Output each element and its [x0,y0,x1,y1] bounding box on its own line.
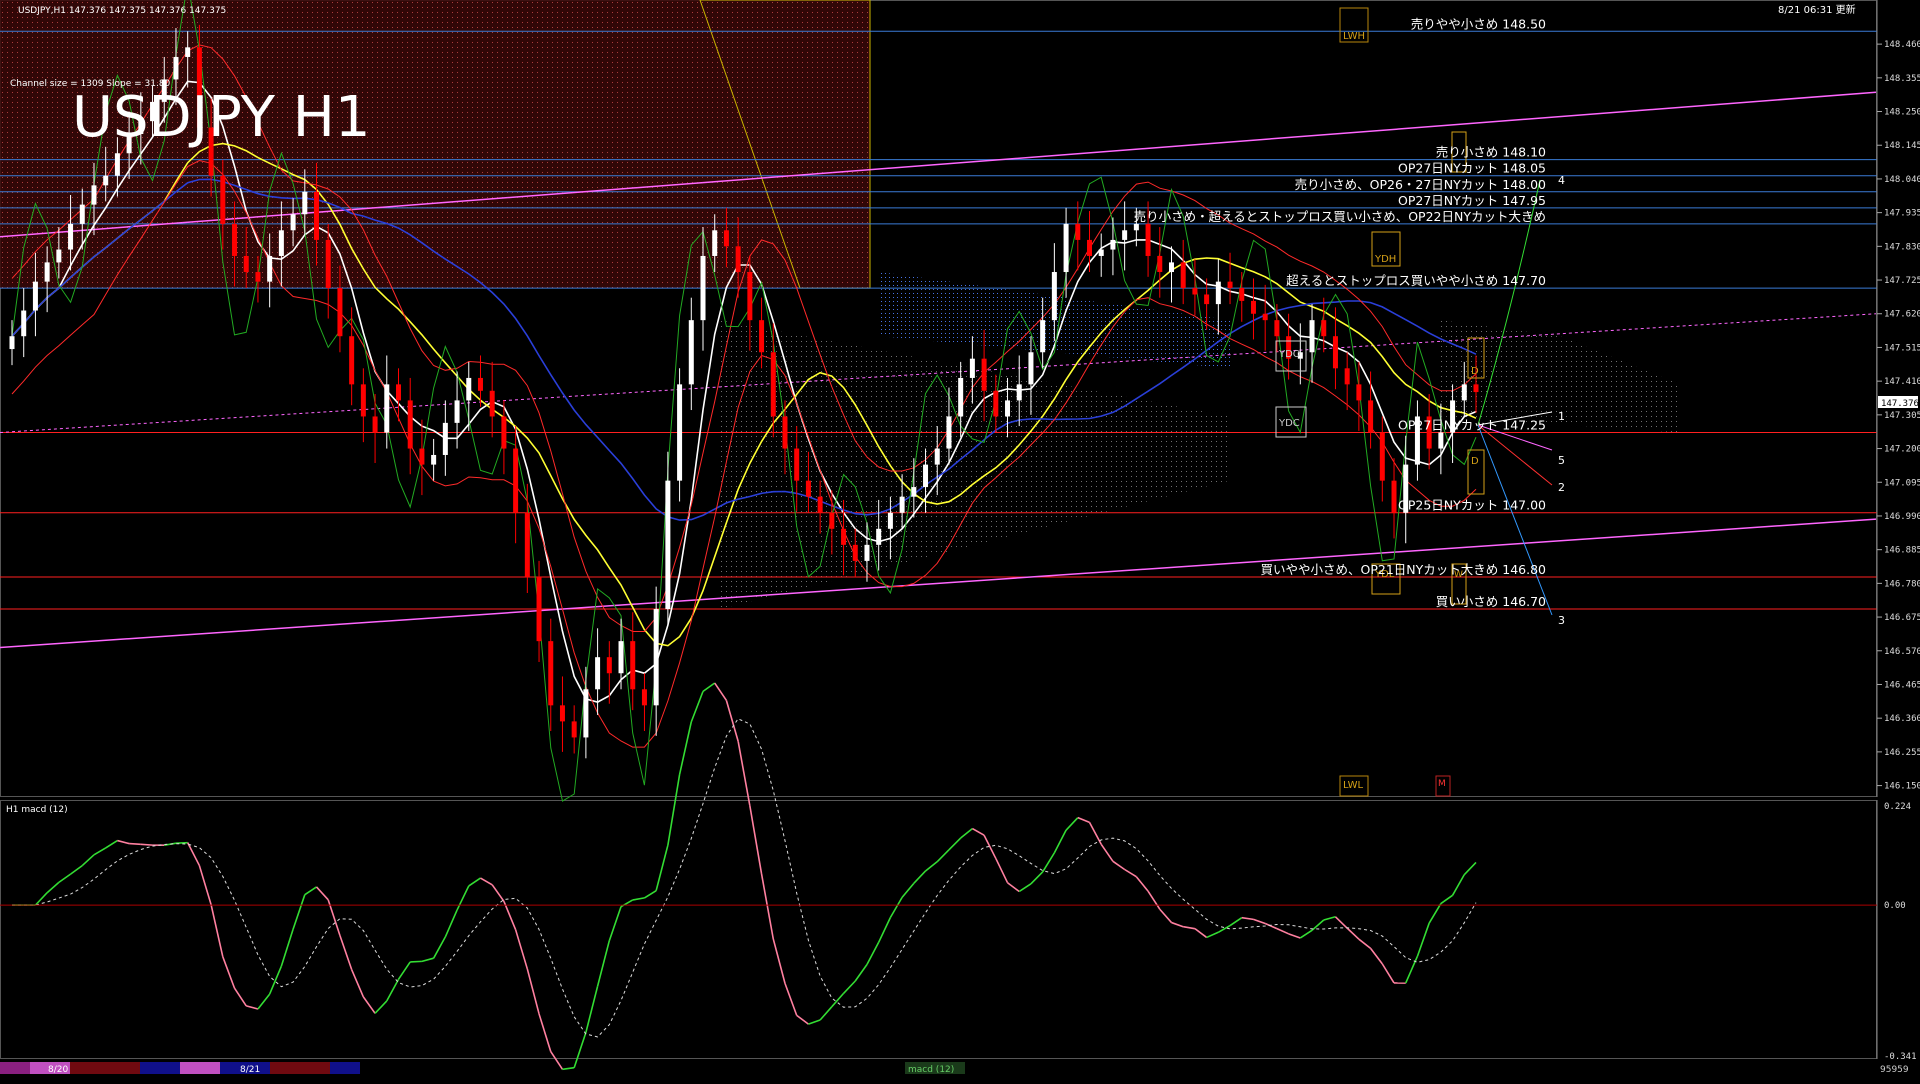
ydo-label: YDO [1278,349,1301,360]
date-8-21: 8/21 [240,1065,260,1075]
price-tick-12: 147.200 [1884,445,1920,455]
price-tick-1: 148.355 [1884,74,1920,84]
price-tick-20: 146.360 [1884,714,1920,724]
bottom-macd-label: macd (12) [908,1065,954,1075]
price-tick-3: 148.145 [1884,141,1920,151]
price-tick-10: 147.410 [1884,377,1920,387]
usdjpy-chart: LWH LWL YDH YDL YDO YDC M W D D [0,0,1920,1080]
bottom-right-label: 95959 [1880,1065,1909,1075]
level-label-4: OP27日NYカット 147.95 [1398,193,1546,208]
level-label-9: 買いやや小さめ、OP21日NYカット大きめ 146.80 [1261,562,1547,577]
macd-tick-1: 0.00 [1884,901,1906,911]
lwl-label: LWL [1343,780,1364,791]
level-label-0: 売りやや小さめ 148.50 [1411,16,1546,31]
price-tick-13: 147.095 [1884,478,1920,488]
price-tick-14: 146.990 [1884,512,1920,522]
wave-1-label: 1 [1558,410,1565,423]
level-label-2: OP27日NYカット 148.05 [1398,161,1546,176]
timestamp: 8/21 06:31 更新 [1778,3,1856,16]
price-tick-7: 147.725 [1884,276,1920,286]
ydh-label: YDH [1374,254,1396,265]
level-label-6: 超えるとストップロス買いやや小さめ 147.70 [1286,273,1546,288]
macd-seg [129,844,141,845]
price-tick-19: 146.465 [1884,680,1920,690]
price-tick-16: 146.780 [1884,579,1920,589]
chart-root: LWH LWL YDH YDL YDO YDC M W D D [0,0,1920,1080]
macd-seg [410,961,422,962]
wave-5-label: 5 [1558,454,1565,467]
macd-seg [176,843,188,844]
macd-tick-0: 0.224 [1884,802,1911,812]
price-tick-11: 147.305 [1884,411,1920,421]
level-label-8: OP25日NYカット 147.00 [1398,498,1546,513]
macd-title: H1 macd (12) [6,805,68,815]
price-tick-4: 148.040 [1884,175,1920,185]
wave-3-label: 3 [1558,614,1565,627]
wave-2-label: 2 [1558,481,1565,494]
price-tick-5: 147.935 [1884,209,1920,219]
m-box-label: M [1438,779,1446,789]
ydc-label: YDC [1278,418,1300,429]
macd-tick-2: -0.341 [1884,1052,1917,1062]
current-price: 147.376 [1881,399,1919,409]
price-tick-0: 148.460 [1884,40,1920,50]
level-label-10: 買い小さめ 146.70 [1436,594,1546,609]
level-label-7: OP27日NYカット 147.25 [1398,418,1546,433]
big-title: USDJPY H1 [72,85,370,150]
d-box-top-label: D [1471,366,1479,377]
price-tick-6: 147.830 [1884,242,1920,252]
d-box-bottom-label: D [1471,456,1479,467]
price-tick-18: 146.570 [1884,647,1920,657]
symbol-info: USDJPY,H1 147.376 147.375 147.376 147.37… [18,6,226,16]
level-label-3: 売り小さめ、OP26・27日NYカット 148.00 [1295,177,1546,192]
price-tick-17: 146.675 [1884,613,1920,623]
date-8-20: 8/20 [48,1065,68,1075]
price-tick-22: 146.150 [1884,782,1920,792]
price-tick-21: 146.255 [1884,748,1920,758]
level-label-5: 売り小さめ・超えるとストップロス買い小さめ、OP22日NYカット大きめ [1134,209,1546,224]
lwh-label: LWH [1343,31,1365,42]
price-tick-8: 147.620 [1884,310,1920,320]
price-tick-2: 148.250 [1884,108,1920,118]
wave-4-label: 4 [1558,174,1565,187]
price-tick-15: 146.885 [1884,546,1920,556]
macd-seg [141,844,153,845]
price-tick-9: 147.515 [1884,343,1920,353]
level-label-1: 売り小さめ 148.10 [1436,145,1546,160]
